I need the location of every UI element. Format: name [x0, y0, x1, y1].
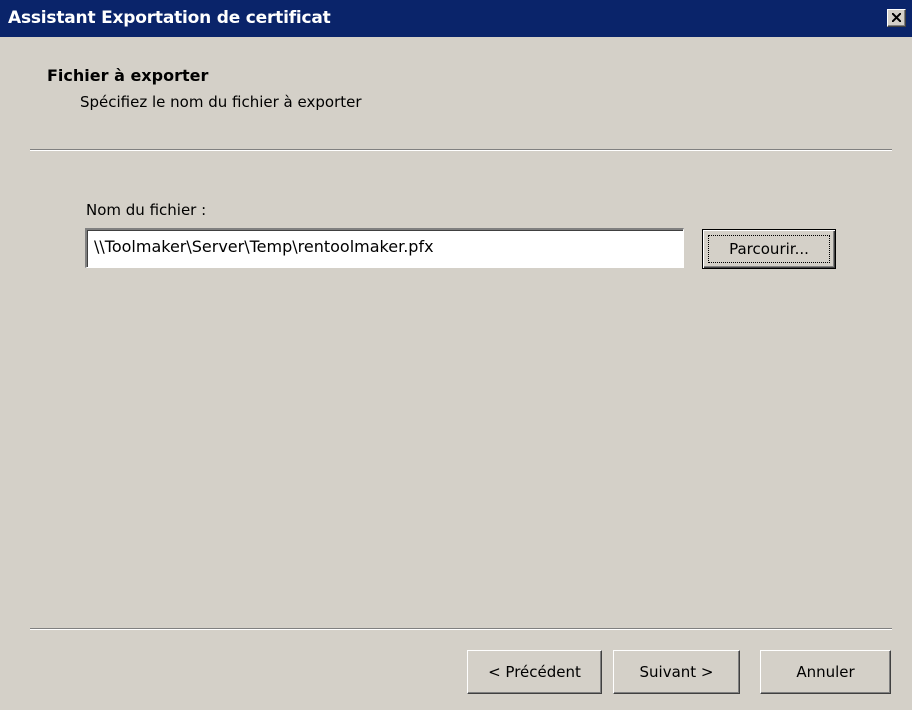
- file-name-label: Nom du fichier :: [86, 201, 207, 219]
- section-title: Fichier à exporter: [47, 66, 209, 85]
- browse-button[interactable]: Parcourir...: [702, 229, 836, 269]
- close-button[interactable]: [887, 9, 906, 27]
- file-name-value: \\Toolmaker\Server\Temp\rentoolmaker.pfx: [94, 237, 434, 256]
- next-button-label: Suivant >: [639, 663, 714, 681]
- back-button[interactable]: < Précédent: [467, 650, 602, 694]
- focus-rectangle: [708, 235, 830, 263]
- footer-divider: [30, 628, 892, 630]
- export-certificate-wizard: Assistant Exportation de certificat Fich…: [0, 0, 912, 710]
- section-subtitle: Spécifiez le nom du fichier à exporter: [80, 93, 362, 111]
- window-title: Assistant Exportation de certificat: [8, 8, 331, 28]
- title-bar[interactable]: Assistant Exportation de certificat: [0, 0, 912, 37]
- cancel-button[interactable]: Annuler: [760, 650, 891, 694]
- header-divider: [30, 149, 892, 151]
- cancel-button-label: Annuler: [796, 663, 855, 681]
- next-button[interactable]: Suivant >: [613, 650, 740, 694]
- file-name-input[interactable]: \\Toolmaker\Server\Temp\rentoolmaker.pfx: [85, 228, 684, 268]
- back-button-label: < Précédent: [488, 663, 581, 681]
